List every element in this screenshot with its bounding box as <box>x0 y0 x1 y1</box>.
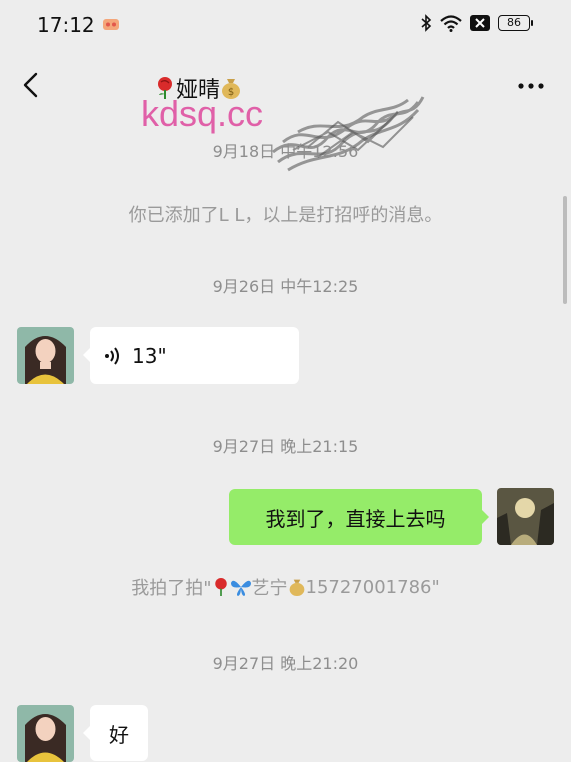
chat-header: 娅晴 $ <box>0 52 571 172</box>
redaction-scribble <box>272 96 425 172</box>
pat-name: 艺宁 <box>251 578 288 599</box>
timestamp: 9月26日 中午12:25 <box>212 277 359 296</box>
butterfly-icon <box>230 580 251 596</box>
money-bag-icon <box>289 579 304 596</box>
no-sim-icon <box>470 15 490 31</box>
battery-level: 86 <box>498 15 530 31</box>
bluetooth-icon <box>421 14 432 32</box>
wifi-icon <box>440 14 462 32</box>
back-arrow-icon[interactable] <box>18 70 46 100</box>
incoming-message-text: 好 <box>109 722 129 747</box>
outgoing-message-text: 我到了，直接上去吗 <box>265 506 446 531</box>
contact-avatar[interactable] <box>17 327 74 384</box>
outgoing-message-bubble[interactable]: 我到了，直接上去吗 <box>229 489 489 545</box>
timestamp: 9月18日 中午12:56 <box>212 142 359 161</box>
pat-phone: 15727001786" <box>305 576 440 598</box>
timestamp: 9月27日 晚上21:15 <box>212 437 359 456</box>
contact-avatar[interactable] <box>17 705 74 762</box>
voice-duration: 13" <box>132 343 167 368</box>
status-icons: 86 <box>420 14 533 32</box>
voice-message-bubble[interactable]: 13" <box>83 327 299 384</box>
status-time: 17:12 <box>37 13 95 37</box>
watermark-text: kdsq.cc <box>141 93 264 134</box>
pat-system-message: 我拍了拍" 艺宁 15727001786" <box>0 574 571 600</box>
voice-wave-icon <box>105 346 119 365</box>
timestamp: 9月27日 晚上21:20 <box>212 654 359 673</box>
battery-indicator: 86 <box>498 15 533 31</box>
rose-icon <box>214 578 227 596</box>
status-bar: 17:12 86 <box>0 0 571 52</box>
more-options-icon[interactable] <box>517 82 545 90</box>
battery-cap <box>531 20 533 26</box>
game-app-icon <box>103 19 119 30</box>
my-avatar[interactable] <box>497 488 554 545</box>
system-message: 你已添加了L L，以上是打招呼的消息。 <box>128 205 443 226</box>
pat-prefix: 我拍了拍" <box>131 578 212 599</box>
